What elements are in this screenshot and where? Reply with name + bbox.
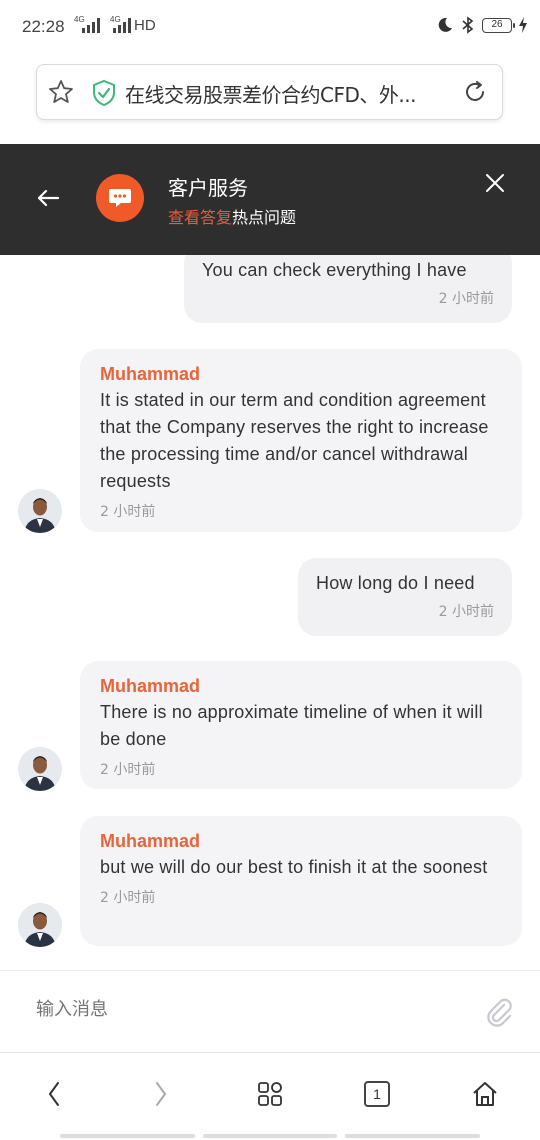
nav-menu-button[interactable] [253, 1077, 287, 1111]
hot-questions-link[interactable]: 热点问题 [232, 208, 296, 227]
message-outgoing: How long do I need 2 小时前 [298, 558, 512, 636]
customer-service-badge [96, 174, 144, 222]
moon-icon [438, 17, 452, 32]
agent-portrait-icon [18, 903, 62, 947]
agent-avatar [18, 747, 62, 791]
reload-icon[interactable] [462, 79, 488, 105]
chat-header: 客户服务 查看答复热点问题 [0, 144, 540, 255]
page-title-url[interactable]: 在线交易股票差价合约CFD、外... [125, 79, 445, 108]
message-time: 2 小时前 [100, 762, 156, 778]
message-incoming: Muhammad It is stated in our term and co… [80, 349, 522, 532]
message-incoming: Muhammad There is no approximate timelin… [80, 661, 522, 789]
message-text: There is no approximate timeline of when… [100, 702, 483, 749]
message-text: How long do I need [316, 573, 475, 593]
message-time: 2 小时前 [438, 604, 494, 620]
message-time: 2 小时前 [100, 890, 156, 906]
battery-level: 26 [482, 17, 515, 33]
chat-subnav: 查看答复热点问题 [168, 204, 296, 228]
chat-title: 客户服务 [168, 176, 248, 200]
message-time: 2 小时前 [100, 504, 156, 520]
view-replies-link[interactable]: 查看答复 [168, 208, 232, 227]
status-bar: 22:28 4G 4G HD 26 [0, 0, 540, 54]
close-icon[interactable] [484, 172, 506, 194]
tab-count: 1 [364, 1081, 390, 1107]
browser-bottom-nav: 1 [0, 1052, 540, 1140]
message-sender: Muhammad [100, 676, 201, 696]
message-input-bar [0, 970, 540, 1052]
message-time: 2 小时前 [438, 291, 494, 307]
security-shield-icon [93, 79, 115, 107]
message-text: but we will do our best to finish it at … [100, 857, 488, 877]
bluetooth-icon [462, 16, 474, 34]
agent-portrait-icon [18, 489, 62, 533]
message-sender: Muhammad [100, 364, 201, 384]
url-bar[interactable]: 在线交易股票差价合约CFD、外... [36, 64, 503, 120]
agent-portrait-icon [18, 747, 62, 791]
message-text: It is stated in our term and condition a… [100, 390, 489, 491]
nav-home-button[interactable] [468, 1077, 502, 1111]
message-outgoing: You can check everything I have 2 小时前 [184, 255, 512, 323]
chevron-left-icon [48, 1082, 59, 1106]
grid-menu-icon [258, 1082, 282, 1106]
signal-icon [82, 17, 100, 33]
bookmark-star-icon[interactable] [47, 78, 75, 106]
message-sender: Muhammad [100, 831, 201, 851]
message-input[interactable] [36, 999, 436, 1020]
chevron-right-icon [156, 1082, 167, 1106]
hd-indicator: HD [134, 17, 156, 34]
nav-back-button[interactable] [37, 1077, 71, 1111]
message-incoming: Muhammad but we will do our best to fini… [80, 816, 522, 946]
signal-icon-2 [113, 17, 131, 33]
back-arrow-icon[interactable] [34, 184, 62, 212]
status-time: 22:28 [22, 17, 65, 36]
agent-avatar [18, 489, 62, 533]
agent-avatar [18, 903, 62, 947]
paperclip-icon[interactable] [484, 997, 516, 1029]
message-list[interactable]: You can check everything I have 2 小时前 Mu… [0, 255, 540, 970]
status-right: 26 [436, 16, 528, 34]
home-icon [473, 1082, 497, 1106]
nav-tabs-button[interactable]: 1 [360, 1077, 394, 1111]
chat-bubble-icon [109, 189, 131, 207]
message-text: You can check everything I have [202, 260, 467, 280]
gesture-bar [60, 1134, 481, 1138]
charging-icon [519, 17, 527, 33]
nav-forward-button[interactable] [144, 1077, 178, 1111]
